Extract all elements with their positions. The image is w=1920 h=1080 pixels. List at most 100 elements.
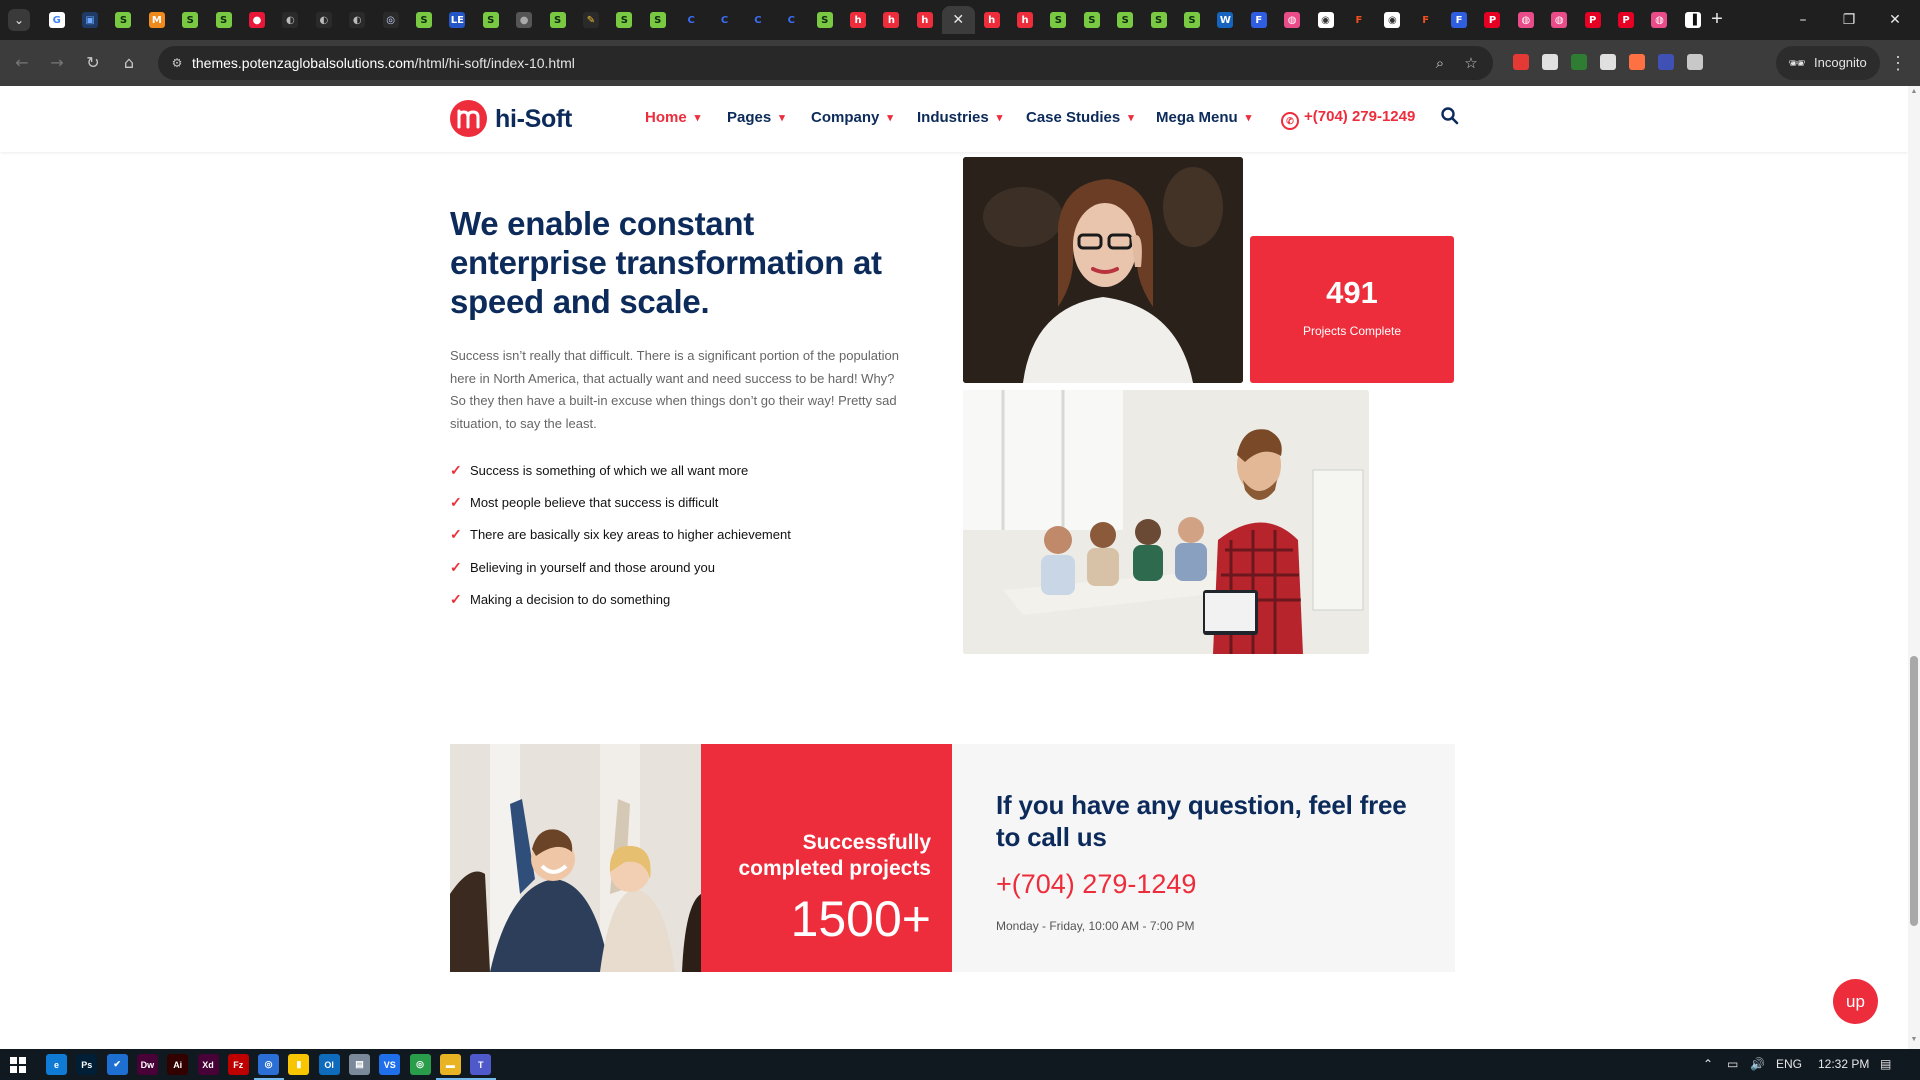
- browser-tab[interactable]: ◎: [374, 6, 407, 34]
- browser-tab[interactable]: S: [174, 6, 207, 34]
- browser-tab[interactable]: S: [808, 6, 841, 34]
- taskbar-app-icon[interactable]: ▤: [349, 1054, 370, 1075]
- browser-tab[interactable]: M: [140, 6, 173, 34]
- taskbar-app-icon[interactable]: e: [46, 1054, 67, 1075]
- browser-tab[interactable]: ◍: [1275, 6, 1308, 34]
- taskbar-app-icon[interactable]: ▮: [288, 1054, 310, 1075]
- search-icon[interactable]: [1440, 106, 1460, 126]
- browser-tab[interactable]: S: [1109, 6, 1142, 34]
- taskbar-clock[interactable]: 12:32 PM: [1818, 1057, 1869, 1071]
- windows-start-icon[interactable]: [7, 1054, 28, 1075]
- logo-text[interactable]: hi-Soft: [495, 105, 572, 134]
- browser-tab[interactable]: h: [975, 6, 1008, 34]
- back-button[interactable]: ←: [10, 51, 34, 75]
- taskbar-app-icon[interactable]: ▬: [439, 1054, 461, 1075]
- taskbar-app-icon[interactable]: ◎: [409, 1054, 431, 1075]
- scroll-up-arrow-icon[interactable]: ▲: [1909, 88, 1919, 95]
- extension-icon[interactable]: [1571, 54, 1587, 70]
- browser-tab[interactable]: F: [1342, 6, 1375, 34]
- scroll-to-top-button[interactable]: up: [1833, 979, 1878, 1024]
- restore-button[interactable]: ❐: [1826, 8, 1872, 32]
- browser-tab[interactable]: ●: [240, 6, 273, 34]
- browser-tab[interactable]: S: [1075, 6, 1108, 34]
- address-url[interactable]: themes.potenzaglobalsolutions.com/html/h…: [192, 55, 575, 71]
- browser-tab[interactable]: F: [1442, 6, 1475, 34]
- browser-menu-button[interactable]: ⋮: [1888, 51, 1908, 75]
- browser-tab[interactable]: S: [608, 6, 641, 34]
- browser-tab[interactable]: h: [908, 6, 941, 34]
- reload-button[interactable]: ↻: [81, 51, 105, 75]
- browser-tab[interactable]: ●: [507, 6, 540, 34]
- active-tab[interactable]: ✕: [941, 6, 975, 34]
- taskbar-app-icon[interactable]: Ai: [167, 1054, 189, 1075]
- nav-company[interactable]: Company ▾: [811, 109, 893, 126]
- taskbar-app-icon[interactable]: Dw: [136, 1054, 158, 1075]
- close-tab-icon[interactable]: ✕: [950, 12, 967, 28]
- incognito-badge[interactable]: 🕶 Incognito: [1776, 46, 1880, 80]
- nav-case-studies[interactable]: Case Studies ▾: [1026, 109, 1134, 126]
- browser-tab[interactable]: G: [40, 6, 73, 34]
- taskbar-app-icon[interactable]: Ps: [76, 1054, 98, 1075]
- language-indicator[interactable]: ENG: [1776, 1057, 1802, 1071]
- home-button[interactable]: ⌂: [117, 51, 141, 75]
- taskbar-app-icon[interactable]: VS: [379, 1054, 401, 1075]
- browser-tab[interactable]: C: [708, 6, 741, 34]
- extension-icon[interactable]: [1658, 54, 1674, 70]
- browser-tab[interactable]: S: [1175, 6, 1208, 34]
- browser-tab[interactable]: S: [407, 6, 440, 34]
- notifications-icon[interactable]: ▤: [1880, 1057, 1891, 1071]
- extension-icon[interactable]: [1513, 54, 1529, 70]
- browser-tab[interactable]: ◐: [274, 6, 307, 34]
- tray-overflow-icon[interactable]: ⌃: [1703, 1057, 1713, 1071]
- browser-tab[interactable]: ◐: [341, 6, 374, 34]
- browser-tab[interactable]: P: [1609, 6, 1642, 34]
- browser-tab[interactable]: S: [107, 6, 140, 34]
- volume-icon[interactable]: 🔊: [1750, 1057, 1765, 1071]
- close-window-button[interactable]: ✕: [1872, 8, 1918, 32]
- site-info-icon[interactable]: ⚙: [168, 54, 186, 72]
- new-tab-button[interactable]: +: [1705, 8, 1729, 32]
- scroll-down-arrow-icon[interactable]: ▼: [1909, 1036, 1919, 1043]
- extension-icon[interactable]: [1629, 54, 1645, 70]
- taskbar-app-icon[interactable]: Xd: [197, 1054, 219, 1075]
- browser-tab[interactable]: S: [641, 6, 674, 34]
- bookmark-star-icon[interactable]: ☆: [1462, 54, 1480, 72]
- browser-tab[interactable]: F: [1409, 6, 1442, 34]
- taskbar-app-icon[interactable]: T: [470, 1054, 492, 1075]
- browser-tab[interactable]: h: [1008, 6, 1041, 34]
- contact-phone-link[interactable]: +(704) 279-1249: [996, 869, 1196, 900]
- browser-tab[interactable]: ◍: [1509, 6, 1542, 34]
- browser-tab[interactable]: ✎: [574, 6, 607, 34]
- browser-tab[interactable]: ◍: [1643, 6, 1676, 34]
- browser-tab[interactable]: P: [1476, 6, 1509, 34]
- zoom-icon[interactable]: ⌕: [1431, 54, 1449, 72]
- address-bar[interactable]: ⚙ themes.potenzaglobalsolutions.com/html…: [158, 46, 1493, 80]
- browser-tab[interactable]: P: [1576, 6, 1609, 34]
- browser-tab[interactable]: ◍: [1543, 6, 1576, 34]
- extension-icon[interactable]: [1542, 54, 1558, 70]
- extension-icon[interactable]: [1600, 54, 1616, 70]
- browser-tab[interactable]: C: [741, 6, 774, 34]
- tab-search-menu-button[interactable]: ⌄: [8, 9, 30, 31]
- browser-tab[interactable]: F: [1242, 6, 1275, 34]
- browser-tab[interactable]: S: [541, 6, 574, 34]
- browser-tab[interactable]: S: [207, 6, 240, 34]
- browser-tab[interactable]: S: [1142, 6, 1175, 34]
- taskbar-app-icon[interactable]: Ol: [318, 1054, 340, 1075]
- taskbar-app-icon[interactable]: Fz: [227, 1054, 249, 1075]
- minimize-button[interactable]: –: [1780, 8, 1826, 32]
- browser-tab[interactable]: h: [875, 6, 908, 34]
- logo-icon[interactable]: [450, 100, 487, 137]
- browser-tab[interactable]: W: [1209, 6, 1242, 34]
- page-scrollbar[interactable]: ▲ ▼: [1908, 86, 1920, 1049]
- browser-tab[interactable]: S: [474, 6, 507, 34]
- taskbar-app-icon[interactable]: ◎: [258, 1054, 280, 1075]
- browser-tab[interactable]: ▣: [73, 6, 106, 34]
- browser-tab[interactable]: ◐: [307, 6, 340, 34]
- nav-mega-menu[interactable]: Mega Menu ▾: [1156, 109, 1251, 126]
- nav-industries[interactable]: Industries ▾: [917, 109, 1002, 126]
- browser-tab[interactable]: C: [674, 6, 707, 34]
- browser-tab[interactable]: ◉: [1309, 6, 1342, 34]
- browser-tab[interactable]: ◉: [1376, 6, 1409, 34]
- scrollbar-thumb[interactable]: [1910, 656, 1918, 926]
